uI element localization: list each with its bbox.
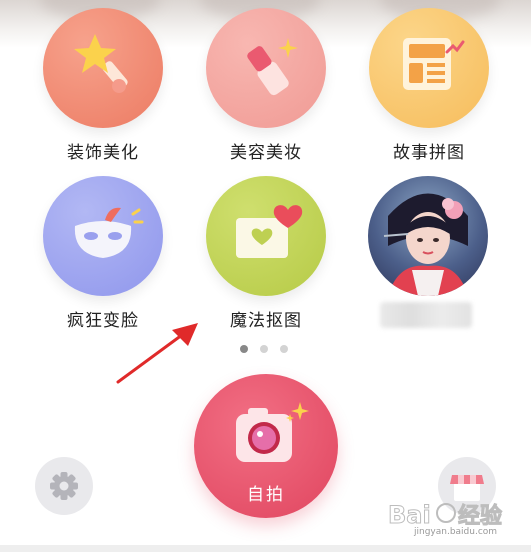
blurred-feature-label (380, 302, 472, 328)
feature-face-change[interactable]: 疯狂变脸 (43, 176, 163, 336)
page-dot (260, 345, 268, 353)
page-dot (280, 345, 288, 353)
page-dot-active (240, 345, 248, 353)
watermark-url: jingyan.baidu.com (414, 527, 498, 537)
lipstick-icon (206, 8, 326, 128)
feature-label: 装饰美化 (67, 143, 139, 163)
feature-decorate[interactable]: 装饰美化 (43, 8, 163, 168)
feature-makeup[interactable]: 美容美妆 (206, 8, 326, 168)
settings-button[interactable] (35, 457, 93, 515)
feature-magic-cutout[interactable]: 魔法抠图 (206, 176, 326, 336)
selfie-label: 自拍 (247, 485, 285, 505)
avatar-feature-icon[interactable] (368, 176, 488, 296)
feature-story-collage[interactable]: 故事拼图 (369, 8, 489, 168)
mask-icon (43, 176, 163, 296)
heart-photo-icon (206, 176, 326, 296)
collage-icon (369, 8, 489, 128)
svg-text:Bai: Bai (388, 501, 431, 529)
star-wand-icon (43, 8, 163, 128)
bottom-bar (0, 545, 531, 552)
gear-icon (50, 472, 78, 500)
svg-text:经验: 经验 (458, 503, 502, 529)
feature-label: 故事拼图 (393, 143, 465, 163)
watermark: Bai 经验 jingyan.baidu.com (386, 497, 526, 538)
feature-label: 美容美妆 (230, 143, 302, 163)
baidu-watermark-logo: Bai 经验 (388, 501, 503, 530)
feature-label: 魔法抠图 (230, 311, 302, 331)
selfie-button[interactable]: 自拍 (194, 374, 338, 518)
